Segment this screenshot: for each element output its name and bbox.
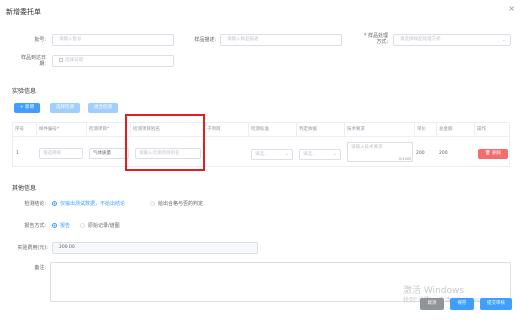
report-radio-raw-record[interactable]: 原始记录/谱图: [80, 223, 120, 229]
select-test-button[interactable]: 选择检测: [50, 103, 80, 113]
batch-no-input[interactable]: 请输入批号: [52, 34, 174, 46]
col-index: 序号: [13, 123, 37, 137]
chevron-down-icon: ⌄: [332, 151, 337, 157]
conclusion-radio-judgement[interactable]: 给出合格与否的判定: [150, 201, 203, 207]
submit-review-button[interactable]: 提交审核: [480, 298, 512, 310]
row-index: 1: [16, 151, 19, 156]
col-action: 操作: [477, 127, 486, 132]
chevron-down-icon: ⌄: [284, 151, 289, 157]
col-standard: 检测标准: [249, 123, 297, 137]
report-option-1-label: 原始记录/谱图: [88, 223, 120, 229]
delete-label: 删除: [492, 151, 502, 156]
unit-price: 200: [416, 151, 425, 156]
basis-select[interactable]: 请选... ⌄: [299, 149, 341, 160]
other-section-title: 其他信息: [12, 185, 37, 192]
report-radio-report[interactable]: 报告: [52, 223, 70, 229]
remark-label: 备注:: [34, 265, 46, 271]
conclusion-option-1-label: 给出合格与否的判定: [158, 201, 204, 207]
fee-label: 实验费用(元):: [17, 245, 48, 251]
conclusion-label: 检测结论:: [24, 201, 46, 207]
arrival-date-label: 样品到达日 期:: [10, 55, 46, 67]
col-tech: 技术要求: [345, 123, 415, 137]
watermark-line1: 激活 Windows: [403, 286, 465, 296]
radio-checked-icon: [52, 223, 57, 228]
standard-select[interactable]: 请选... ⌄: [251, 149, 293, 160]
save-button[interactable]: 保存: [450, 298, 474, 310]
sample-handling-placeholder: 请选择样品处理方式: [400, 37, 441, 42]
col-sub-item: 子项目: [205, 123, 249, 137]
sample-desc-label: 样品描述:: [194, 37, 216, 43]
batch-no-label: 批号:: [34, 37, 46, 43]
col-sample-no: 样件编号*: [37, 123, 87, 137]
delete-row-button[interactable]: 🗑︎ 删除: [478, 149, 508, 159]
trash-icon: 🗑︎: [484, 151, 491, 156]
fee-input[interactable]: 200.00: [52, 242, 258, 254]
highlight-box: [125, 114, 205, 171]
radio-unchecked-icon: [80, 223, 85, 228]
dialog-title: 新增委托单: [6, 8, 41, 16]
sample-handling-select[interactable]: 请选择样品处理方式 ⌄: [393, 34, 511, 46]
report-option-0-label: 报告: [60, 223, 71, 229]
conclusion-option-0-label: 仅输出测试数据，不给出结论: [60, 201, 126, 207]
total-amount: 200: [439, 151, 448, 156]
report-label: 报告方式:: [24, 223, 46, 229]
sample-handling-label: * 样品处理 方式:: [350, 33, 388, 45]
tech-placeholder: 请输入技术要求: [351, 145, 383, 150]
experiment-table: 序号 样件编号* 检测项目* 检测项目别名 子项目 检测标准 判定依据 技术要求…: [12, 122, 510, 167]
add-row-button[interactable]: + 新增: [14, 103, 40, 113]
basis-placeholder: 请选...: [303, 152, 317, 157]
arrival-date-label-line2: 期:: [39, 61, 46, 67]
col-total: 总金额: [437, 123, 475, 137]
tech-char-counter: 0/1000: [399, 157, 412, 161]
col-unit-price: 单价: [415, 123, 437, 137]
arrival-date-placeholder: 选择日期: [65, 58, 83, 63]
sample-no-select[interactable]: 请选择样: [39, 148, 83, 159]
calendar-icon: [59, 57, 63, 62]
cancel-button[interactable]: 取消: [420, 298, 444, 310]
experiment-section-title: 实验信息: [12, 88, 37, 95]
arrival-date-picker[interactable]: 选择日期: [52, 55, 174, 67]
test-item-select[interactable]: 气体质量: [89, 148, 129, 159]
sample-handling-label-line2: 方式:: [376, 39, 388, 45]
radio-unchecked-icon: [150, 201, 155, 206]
sample-desc-input[interactable]: 请输入样品描述: [220, 34, 342, 46]
sample-no-placeholder: 请选择样: [43, 151, 61, 156]
combine-test-button[interactable]: 组合检测: [88, 103, 118, 113]
conclusion-radio-data-only[interactable]: 仅输出测试数据，不给出结论: [52, 201, 125, 207]
test-item-value: 气体质量: [93, 151, 111, 156]
radio-checked-icon: [52, 201, 57, 206]
chevron-down-icon: ⌄: [501, 37, 506, 43]
standard-placeholder: 请选...: [255, 152, 269, 157]
close-icon[interactable]: ×: [508, 5, 515, 13]
table-header: 序号 样件编号* 检测项目* 检测项目别名 子项目 检测标准 判定依据 技术要求…: [13, 123, 509, 137]
col-basis: 判定依据: [297, 123, 345, 137]
